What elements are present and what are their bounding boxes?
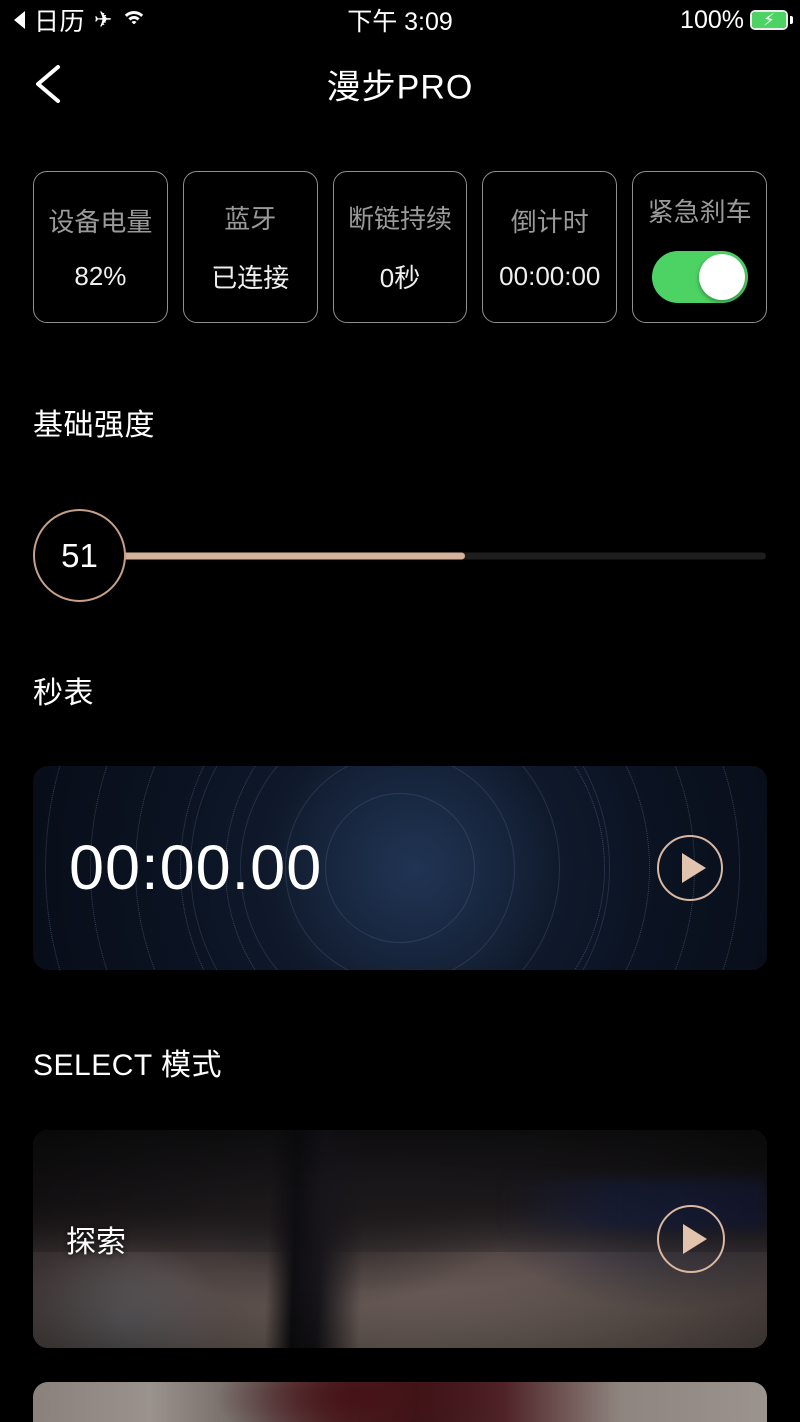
status-card-label: 设备电量 (48, 207, 153, 237)
slider-value-label: 51 (61, 536, 98, 574)
page-title: 漫步PRO (326, 68, 474, 107)
status-card-bluetooth: 蓝牙 已连接 (182, 171, 318, 323)
status-bar: 日历 ✈ 下午 3:09 100% ⚡ (0, 0, 800, 40)
mode-card-label: 探索 (66, 1226, 126, 1259)
status-card-label: 蓝牙 (224, 204, 277, 234)
stopwatch-display: 00:00.00 (69, 833, 323, 903)
status-card-label: 倒计时 (510, 207, 589, 237)
intensity-slider[interactable]: 51 (33, 509, 767, 603)
status-card-value: 已连接 (211, 263, 290, 293)
status-card-value: 00:00:00 (499, 261, 601, 291)
mode-play-button[interactable] (657, 1205, 725, 1273)
status-card-label: 断链持续 (347, 204, 452, 234)
section-title-intensity: 基础强度 (33, 409, 155, 442)
slider-handle[interactable]: 51 (33, 509, 126, 602)
mode-card-explore[interactable]: 探索 (33, 1130, 767, 1348)
status-card-label: 紧急刹车 (647, 196, 752, 227)
toggle-knob (698, 253, 745, 300)
emergency-brake-toggle[interactable] (651, 250, 748, 303)
status-card-countdown: 倒计时 00:00:00 (482, 171, 618, 323)
device-status-cards: 设备电量 82% 蓝牙 已连接 断链持续 0秒 倒计时 00:00:00 紧急刹… (33, 171, 767, 323)
status-card-value: 0秒 (379, 263, 421, 293)
status-bar-right: 100% ⚡ (680, 5, 793, 35)
status-card-value: 82% (74, 261, 127, 291)
mode-card-thumbnail (33, 1382, 767, 1422)
battery-percent-label: 100% (680, 5, 744, 34)
app-screen: 日历 ✈ 下午 3:09 100% ⚡ 漫步PRO 设备电量 82% 蓝牙 已连… (0, 0, 800, 1422)
status-card-battery: 设备电量 82% (33, 171, 168, 323)
stopwatch-play-button[interactable] (657, 835, 723, 901)
section-title-select-mode: SELECT 模式 (33, 1049, 222, 1082)
play-icon (682, 1224, 707, 1254)
navigation-bar: 漫步PRO (0, 40, 800, 128)
stopwatch-card[interactable]: 00:00.00 (33, 766, 767, 970)
mode-card-next[interactable] (33, 1382, 767, 1422)
status-card-emergency-brake[interactable]: 紧急刹车 (632, 171, 767, 323)
section-title-stopwatch: 秒表 (33, 677, 94, 710)
status-card-disconnect-duration: 断链持续 0秒 (332, 171, 468, 323)
slider-track-fill (85, 552, 465, 560)
battery-charging-icon: ⚡ (750, 10, 793, 30)
play-icon (681, 853, 706, 883)
